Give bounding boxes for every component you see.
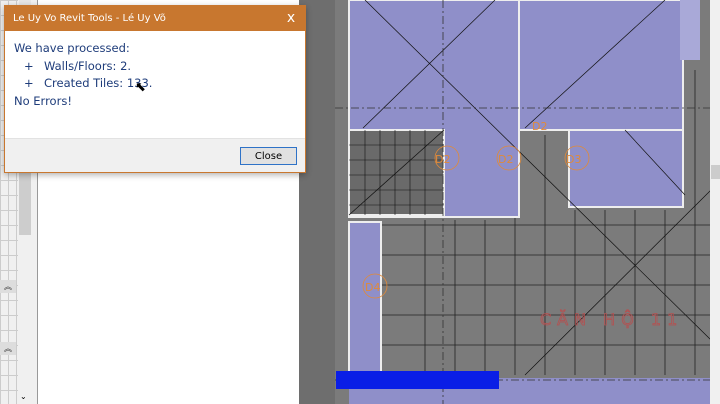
dialog-footer: Close [5, 138, 305, 172]
chevron-down-icon[interactable]: ⌄ [20, 392, 27, 401]
close-icon[interactable]: x [277, 6, 305, 31]
door-tag: D4 [365, 281, 380, 294]
bullet: + [24, 58, 34, 73]
door-tag: D3 [566, 153, 581, 166]
bedroom-2 [518, 0, 684, 131]
door-tag: D2 [532, 120, 547, 133]
close-button[interactable]: Close [240, 147, 297, 165]
dialog-message: We have processed: + Walls/Floors: 2. + Cr… [5, 31, 305, 139]
collapse-section-button[interactable]: ︽ [0, 280, 16, 293]
floor-plan-view[interactable]: D2 D2 D2 D3 D4 CĂN HỘ 11 [335, 0, 711, 404]
bullet: + [24, 76, 34, 90]
collapse-section-button[interactable]: ︽ [0, 342, 16, 355]
results-dialog: Le Uy Vo Revit Tools - Lé Uy Võ x We hav… [4, 5, 306, 173]
view-scrollbar[interactable] [710, 0, 720, 404]
properties-scroll-thumb[interactable] [19, 170, 31, 235]
room-edge [680, 0, 700, 60]
chevrons-up-icon: ︽ [4, 344, 12, 353]
door-tag: D2 [498, 153, 513, 166]
dialog-title: Le Uy Vo Revit Tools - Lé Uy Võ [13, 13, 166, 24]
selected-element[interactable] [336, 371, 499, 389]
bathroom [568, 129, 684, 208]
mouse-cursor-icon: ⬉ [135, 80, 146, 95]
door-tag: D2 [435, 153, 450, 166]
message-errors: No Errors! [14, 93, 72, 108]
chevrons-up-icon: ︽ [4, 282, 12, 291]
dialog-titlebar: Le Uy Vo Revit Tools - Lé Uy Võ x [5, 6, 305, 31]
message-intro: We have processed: [14, 41, 130, 55]
scroll-thumb[interactable] [711, 165, 720, 179]
message-walls: Walls/Floors: 2. [44, 58, 132, 73]
room-label: CĂN HỘ 11 [540, 310, 683, 329]
